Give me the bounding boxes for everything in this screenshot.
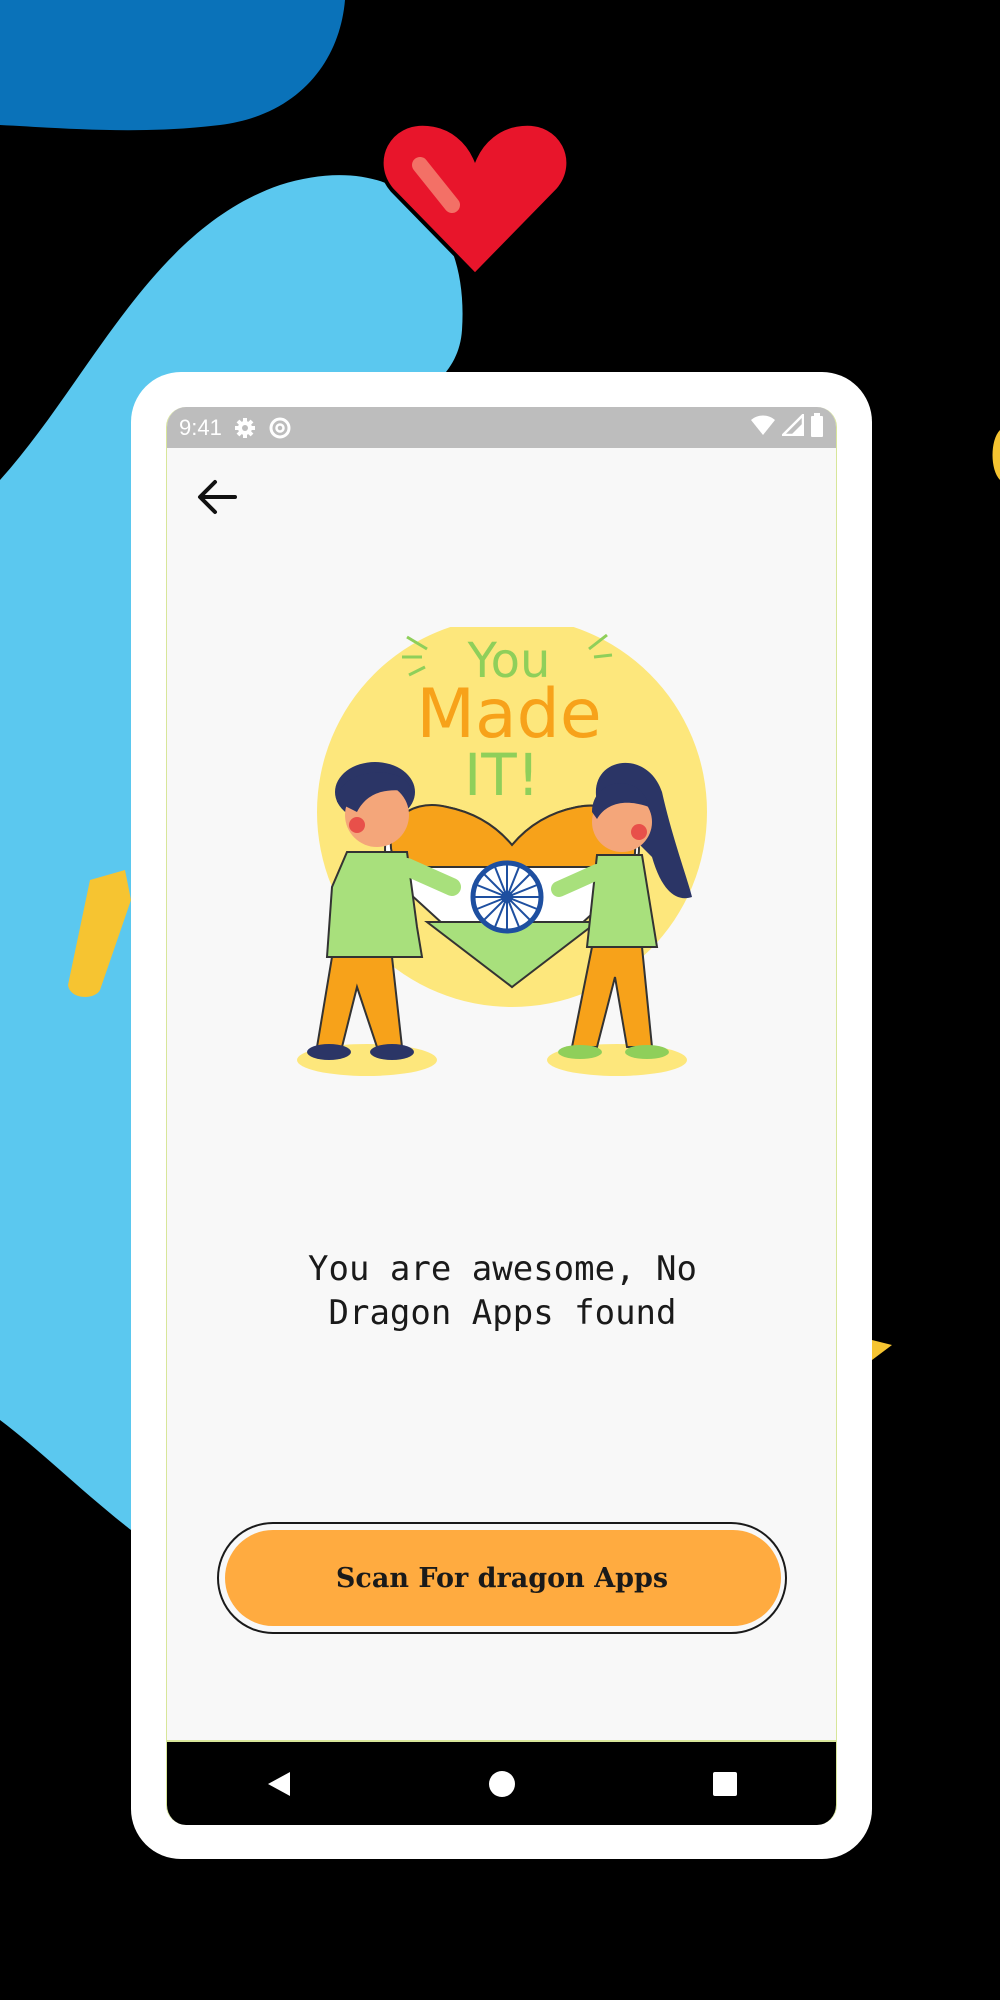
gear-icon — [234, 417, 256, 439]
at-sign-icon — [268, 416, 292, 440]
status-bar: 9:41 — [167, 407, 836, 448]
signal-icon — [779, 411, 805, 442]
recents-square-icon — [712, 1771, 737, 1796]
back-triangle-icon — [267, 1771, 290, 1796]
scan-button-label: Scan For dragon Apps — [335, 1562, 669, 1594]
battery-icon — [810, 412, 824, 443]
result-message: You are awesome, No Dragon Apps found — [197, 1247, 808, 1335]
result-message-line1: You are awesome, No — [308, 1249, 697, 1289]
app-screen: 9:41 You Made IT! You are awesome, No Dr… — [166, 407, 837, 1825]
result-message-line2: Dragon Apps found — [328, 1293, 677, 1333]
you-made-it-illustration: You Made IT! — [297, 627, 707, 1076]
home-circle-icon — [488, 1770, 515, 1797]
illustration-text-it: IT! — [464, 741, 540, 809]
status-time: 9:41 — [179, 414, 222, 440]
heart-icon — [380, 121, 570, 278]
navigation-bar — [167, 1740, 836, 1825]
arrow-left-icon — [198, 480, 237, 514]
back-button[interactable] — [189, 469, 245, 525]
wifi-icon — [750, 414, 776, 442]
scan-button[interactable]: Scan For dragon Apps — [217, 1522, 787, 1634]
nav-home-button[interactable] — [472, 1754, 532, 1814]
nav-recents-button[interactable] — [695, 1754, 755, 1814]
nav-back-button[interactable] — [249, 1754, 309, 1814]
